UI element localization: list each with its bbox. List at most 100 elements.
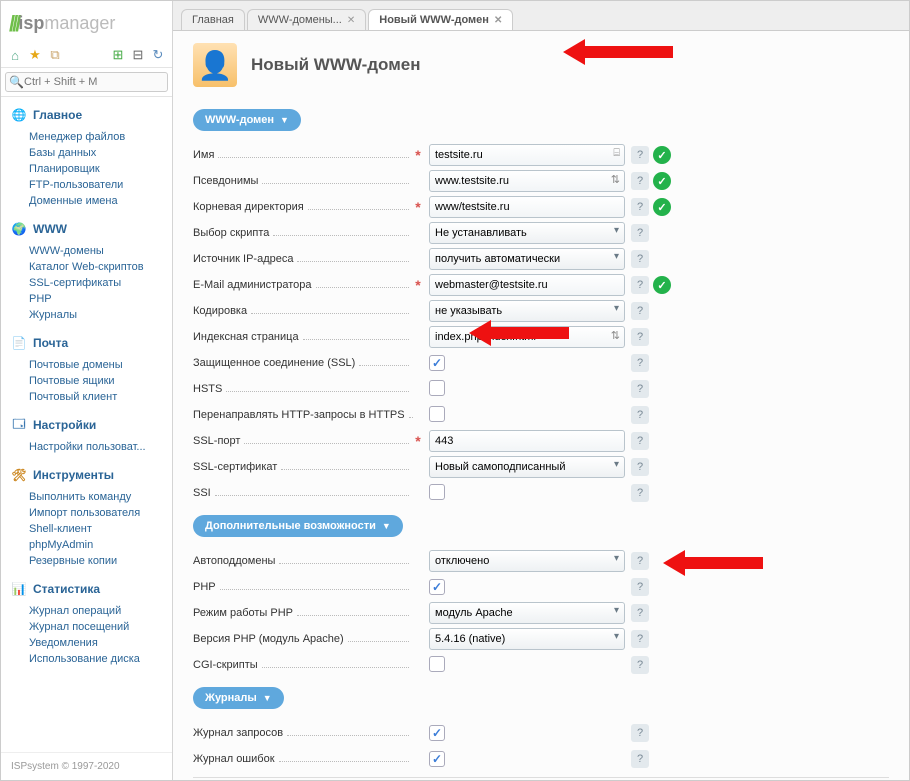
nav-section-3[interactable]: 🗔Настройки xyxy=(1,413,172,437)
help-icon[interactable]: ? xyxy=(631,750,649,768)
refresh-icon[interactable]: ↻ xyxy=(150,47,166,63)
redirect-checkbox[interactable] xyxy=(429,406,445,422)
help-icon[interactable]: ? xyxy=(631,276,649,294)
help-icon[interactable]: ? xyxy=(631,146,649,164)
nav-item[interactable]: PHP xyxy=(29,291,172,307)
help-icon[interactable]: ? xyxy=(631,250,649,268)
add-icon[interactable]: ⊞ xyxy=(110,47,126,63)
help-icon[interactable]: ? xyxy=(631,172,649,190)
nav-item[interactable]: Использование диска xyxy=(29,651,172,667)
close-icon[interactable]: ✕ xyxy=(494,15,502,26)
nav-item[interactable]: Почтовые домены xyxy=(29,357,172,373)
help-icon[interactable]: ? xyxy=(631,406,649,424)
help-icon[interactable]: ? xyxy=(631,578,649,596)
nav-item[interactable]: Журнал посещений xyxy=(29,619,172,635)
email-input[interactable] xyxy=(429,274,625,296)
nav-section-4[interactable]: 🛠Инструменты xyxy=(1,463,172,487)
globe-icon: 🌐 xyxy=(11,107,27,123)
help-icon[interactable]: ? xyxy=(631,224,649,242)
nav-item[interactable]: Каталог Web-скриптов xyxy=(29,259,172,275)
errlog-checkbox[interactable] xyxy=(429,751,445,767)
settings-icon: 🗔 xyxy=(11,417,27,433)
script-select[interactable]: Не устанавливать xyxy=(429,222,625,244)
nav-item[interactable]: Менеджер файлов xyxy=(29,129,172,145)
ipsrc-select[interactable]: получить автоматически xyxy=(429,248,625,270)
help-icon[interactable]: ? xyxy=(631,552,649,570)
php-checkbox[interactable] xyxy=(429,579,445,595)
nav-item[interactable]: Резервные копии xyxy=(29,553,172,569)
section-www-toggle[interactable]: WWW-домен ▼ xyxy=(193,109,301,131)
nav-item[interactable]: WWW-домены xyxy=(29,243,172,259)
charset-select[interactable]: не указывать xyxy=(429,300,625,322)
chevron-down-icon: ▼ xyxy=(280,115,289,125)
nav-item[interactable]: Shell-клиент xyxy=(29,521,172,537)
search-input[interactable] xyxy=(5,72,168,92)
ssl-checkbox[interactable] xyxy=(429,355,445,371)
nav-section-0[interactable]: 🌐Главное xyxy=(1,103,172,127)
nav-item[interactable]: Выполнить команду xyxy=(29,489,172,505)
section-extra-toggle[interactable]: Дополнительные возможности ▼ xyxy=(193,515,403,537)
name-input[interactable] xyxy=(429,144,625,166)
sslport-input[interactable] xyxy=(429,430,625,452)
nav-item[interactable]: Базы данных xyxy=(29,145,172,161)
field-cgi: CGI-скрипты? xyxy=(193,653,889,677)
chevron-down-icon: ▼ xyxy=(263,693,272,703)
help-icon[interactable]: ? xyxy=(631,458,649,476)
help-icon[interactable]: ? xyxy=(631,724,649,742)
phpver-select[interactable]: 5.4.16 (native) xyxy=(429,628,625,650)
nav-item[interactable]: SSL-сертификаты xyxy=(29,275,172,291)
index-input[interactable] xyxy=(429,326,625,348)
reqlog-checkbox[interactable] xyxy=(429,725,445,741)
field-sslcert: SSL-сертификатНовый самоподписанный? xyxy=(193,455,889,479)
nav-item[interactable]: FTP-пользователи xyxy=(29,177,172,193)
home-icon[interactable]: ⌂ xyxy=(7,47,23,63)
tabs-bar: ГлавнаяWWW-домены...✕Новый WWW-домен✕ xyxy=(173,1,909,31)
hsts-checkbox[interactable] xyxy=(429,380,445,396)
aliases-input[interactable] xyxy=(429,170,625,192)
nav-item[interactable]: Уведомления xyxy=(29,635,172,651)
nav-item[interactable]: Журнал операций xyxy=(29,603,172,619)
help-icon[interactable]: ? xyxy=(631,198,649,216)
remove-icon[interactable]: ⊟ xyxy=(130,47,146,63)
nav-section-2[interactable]: 📄Почта xyxy=(1,331,172,355)
help-icon[interactable]: ? xyxy=(631,380,649,398)
help-icon[interactable]: ? xyxy=(631,484,649,502)
label: E-Mail администратора xyxy=(193,279,312,291)
star-icon[interactable]: ★ xyxy=(27,47,43,63)
tab[interactable]: Главная xyxy=(181,9,245,30)
nav-item[interactable]: phpMyAdmin xyxy=(29,537,172,553)
nav-section-5[interactable]: 📊Статистика xyxy=(1,577,172,601)
section-logs-toggle[interactable]: Журналы ▼ xyxy=(193,687,284,709)
copy-icon[interactable]: ⧉ xyxy=(47,47,63,63)
help-icon[interactable]: ? xyxy=(631,354,649,372)
field-phpver: Версия PHP (модуль Apache)5.4.16 (native… xyxy=(193,627,889,651)
help-icon[interactable]: ? xyxy=(631,630,649,648)
label: Кодировка xyxy=(193,305,247,317)
nav-item[interactable]: Импорт пользователя xyxy=(29,505,172,521)
nav-item[interactable]: Журналы xyxy=(29,307,172,323)
label: Корневая директория xyxy=(193,201,304,213)
tab[interactable]: WWW-домены...✕ xyxy=(247,9,366,30)
nav-item[interactable]: Доменные имена xyxy=(29,193,172,209)
label: SSL-порт xyxy=(193,435,240,447)
ssi-checkbox[interactable] xyxy=(429,484,445,500)
phpmode-select[interactable]: модуль Apache xyxy=(429,602,625,624)
close-icon[interactable]: ✕ xyxy=(347,15,355,26)
help-icon[interactable]: ? xyxy=(631,432,649,450)
field-index: Индексная страница⇅? xyxy=(193,325,889,349)
nav-item[interactable]: Почтовые ящики xyxy=(29,373,172,389)
sslcert-select[interactable]: Новый самоподписанный xyxy=(429,456,625,478)
autosub-select[interactable]: отключено xyxy=(429,550,625,572)
chevron-down-icon: ▼ xyxy=(382,521,391,531)
nav-section-1[interactable]: 🌍WWW xyxy=(1,217,172,241)
help-icon[interactable]: ? xyxy=(631,328,649,346)
root-input[interactable] xyxy=(429,196,625,218)
nav-item[interactable]: Планировщик xyxy=(29,161,172,177)
cgi-checkbox[interactable] xyxy=(429,656,445,672)
tab[interactable]: Новый WWW-домен✕ xyxy=(368,9,513,30)
nav-item[interactable]: Почтовый клиент xyxy=(29,389,172,405)
nav-item[interactable]: Настройки пользоват... xyxy=(29,439,172,455)
help-icon[interactable]: ? xyxy=(631,302,649,320)
help-icon[interactable]: ? xyxy=(631,656,649,674)
help-icon[interactable]: ? xyxy=(631,604,649,622)
